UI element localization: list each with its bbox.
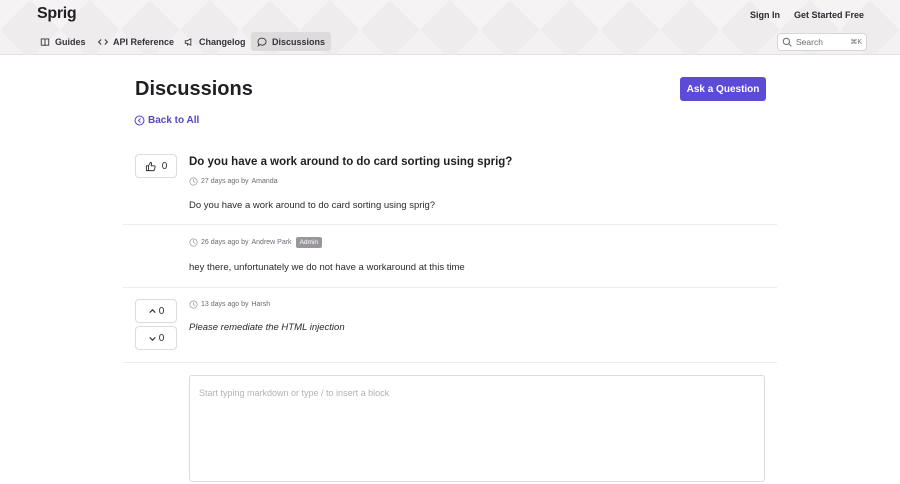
nav-guides[interactable]: Guides <box>34 32 92 51</box>
page-title: Discussions <box>135 78 253 100</box>
thumbs-up-icon <box>145 161 156 171</box>
back-label: Back to All <box>148 115 200 126</box>
book-icon <box>40 37 50 46</box>
nav-api-reference[interactable]: API Reference <box>92 32 180 51</box>
sprig-logo[interactable]: Sprig <box>37 5 77 23</box>
reply-time: 26 days ago by <box>201 239 249 246</box>
reply-body: hey there, unfortunately we do not have … <box>189 262 465 273</box>
search-shortcut: ⌘K <box>850 39 862 46</box>
nav-label: Changelog <box>199 36 246 47</box>
megaphone-icon <box>184 37 192 46</box>
back-to-all-link[interactable]: Back to All <box>134 115 199 126</box>
question-meta: 27 days ago by Amanda <box>189 177 278 186</box>
reply-author[interactable]: Andrew Park <box>251 239 291 246</box>
vote-count: 0 <box>161 160 168 172</box>
nav-changelog[interactable]: Changelog <box>178 32 252 51</box>
question-title: Do you have a work around to do card sor… <box>189 156 513 168</box>
question-time: 27 days ago by <box>201 178 249 185</box>
reply-editor[interactable]: Start typing markdown or type / to inser… <box>189 375 765 482</box>
nav-label: Discussions <box>272 36 326 47</box>
search-placeholder: Search <box>796 37 823 47</box>
reply-author[interactable]: Harsh <box>251 301 270 308</box>
editor-placeholder: Start typing markdown or type / to inser… <box>199 388 390 398</box>
search-input[interactable]: Search ⌘K <box>777 33 867 51</box>
question-body: Do you have a work around to do card sor… <box>189 200 436 211</box>
ask-question-button[interactable]: Ask a Question <box>680 77 766 101</box>
upvote-count: 0 <box>158 305 165 317</box>
get-started-link[interactable]: Get Started Free <box>794 10 864 20</box>
reply-body: Please remediate the HTML injection <box>189 322 345 333</box>
logo-text: Sprig <box>37 5 77 22</box>
chevron-down-icon <box>149 336 156 341</box>
clock-icon <box>189 177 198 186</box>
reply-meta: 26 days ago by Andrew Park Admin <box>189 237 322 248</box>
admin-badge: Admin <box>295 237 322 248</box>
clock-icon <box>189 300 198 309</box>
downvote-count: 0 <box>158 332 165 344</box>
chevron-up-icon <box>149 308 156 313</box>
reply-time: 13 days ago by <box>201 301 249 308</box>
question-author[interactable]: Amanda <box>251 178 277 185</box>
divider <box>123 224 777 225</box>
top-header: Sprig Sign In Get Started Free Guides AP… <box>0 0 900 55</box>
arrow-left-circle-icon <box>134 115 145 126</box>
nav-label: API Reference <box>113 36 175 47</box>
nav-label: Guides <box>55 36 86 47</box>
downvote-button[interactable]: 0 <box>135 326 177 350</box>
search-icon <box>782 37 792 47</box>
code-icon <box>98 38 108 45</box>
divider <box>123 287 777 288</box>
clock-icon <box>189 238 198 247</box>
upvote-button[interactable]: 0 <box>135 299 177 323</box>
reply-meta: 13 days ago by Harsh <box>189 300 270 309</box>
sign-in-link[interactable]: Sign In <box>750 10 780 20</box>
chat-bubble-icon <box>257 37 267 47</box>
divider <box>123 362 777 363</box>
nav-discussions[interactable]: Discussions <box>251 32 332 51</box>
upvote-button[interactable]: 0 <box>135 154 177 178</box>
